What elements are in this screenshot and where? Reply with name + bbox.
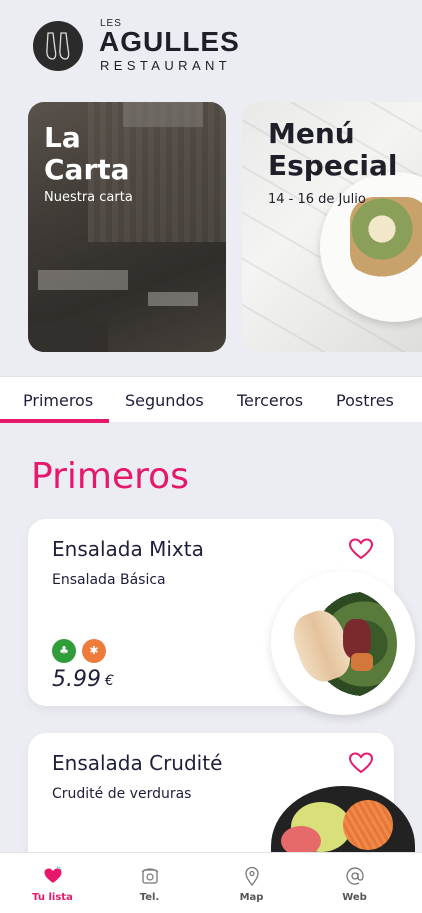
logo-icon: [33, 21, 83, 71]
gluten-free-icon: ✱: [82, 639, 106, 663]
nav-web[interactable]: Web: [302, 853, 407, 913]
dish-image: [271, 571, 415, 715]
card-subtitle: Nuestra carta: [44, 190, 133, 205]
tab-segundos[interactable]: Segundos: [125, 391, 204, 410]
bottom-navigation: Tu lista Tel. Map Web: [0, 852, 422, 913]
dish-description: Ensalada Básica: [52, 572, 166, 588]
card-title-line2: Especial: [268, 149, 398, 182]
card-title-line2: Carta: [44, 153, 130, 186]
dish-currency: €: [105, 673, 114, 689]
nav-label: Tel.: [139, 892, 160, 903]
nav-label: Tu lista: [32, 892, 73, 903]
at-icon: [345, 867, 364, 885]
tab-primeros[interactable]: Primeros: [23, 391, 93, 410]
dish-description: Crudité de verduras: [52, 786, 192, 802]
heart-icon: [44, 866, 62, 883]
active-tab-indicator: [0, 419, 109, 423]
dish-price: 5.99: [52, 667, 101, 692]
category-tabs: Primeros Segundos Terceros Postres: [0, 376, 422, 423]
nav-label: Web: [342, 892, 367, 903]
carousel-card-menu-especial[interactable]: Menú Especial 14 - 16 de Julio: [242, 102, 422, 352]
favorite-heart-icon[interactable]: [348, 537, 374, 561]
dish-name: Ensalada Mixta: [52, 537, 204, 561]
card-title-line1: La: [44, 121, 81, 154]
phone-icon: [141, 868, 158, 884]
favorite-heart-icon[interactable]: [348, 751, 374, 775]
nav-map[interactable]: Map: [199, 853, 304, 913]
photo-food: [350, 197, 422, 277]
brand-tagline: RESTAURANT: [100, 58, 232, 73]
tab-postres[interactable]: Postres: [336, 391, 394, 410]
nav-label: Map: [239, 892, 264, 903]
vegan-icon: ♣: [52, 639, 76, 663]
nav-tel[interactable]: Tel.: [97, 853, 202, 913]
tab-terceros[interactable]: Terceros: [237, 391, 303, 410]
dish-name: Ensalada Crudité: [52, 751, 223, 775]
carousel-card-la-carta[interactable]: La Carta Nuestra carta: [28, 102, 226, 352]
app-header: LES AGULLES RESTAURANT: [0, 0, 422, 95]
nav-tu-lista[interactable]: Tu lista: [0, 853, 105, 913]
card-title-line1: Menú: [268, 117, 355, 150]
section-title: Primeros: [31, 456, 189, 497]
card-subtitle: 14 - 16 de Julio: [268, 192, 366, 207]
map-pin-icon: [244, 866, 259, 886]
brand-name: AGULLES: [99, 26, 240, 57]
